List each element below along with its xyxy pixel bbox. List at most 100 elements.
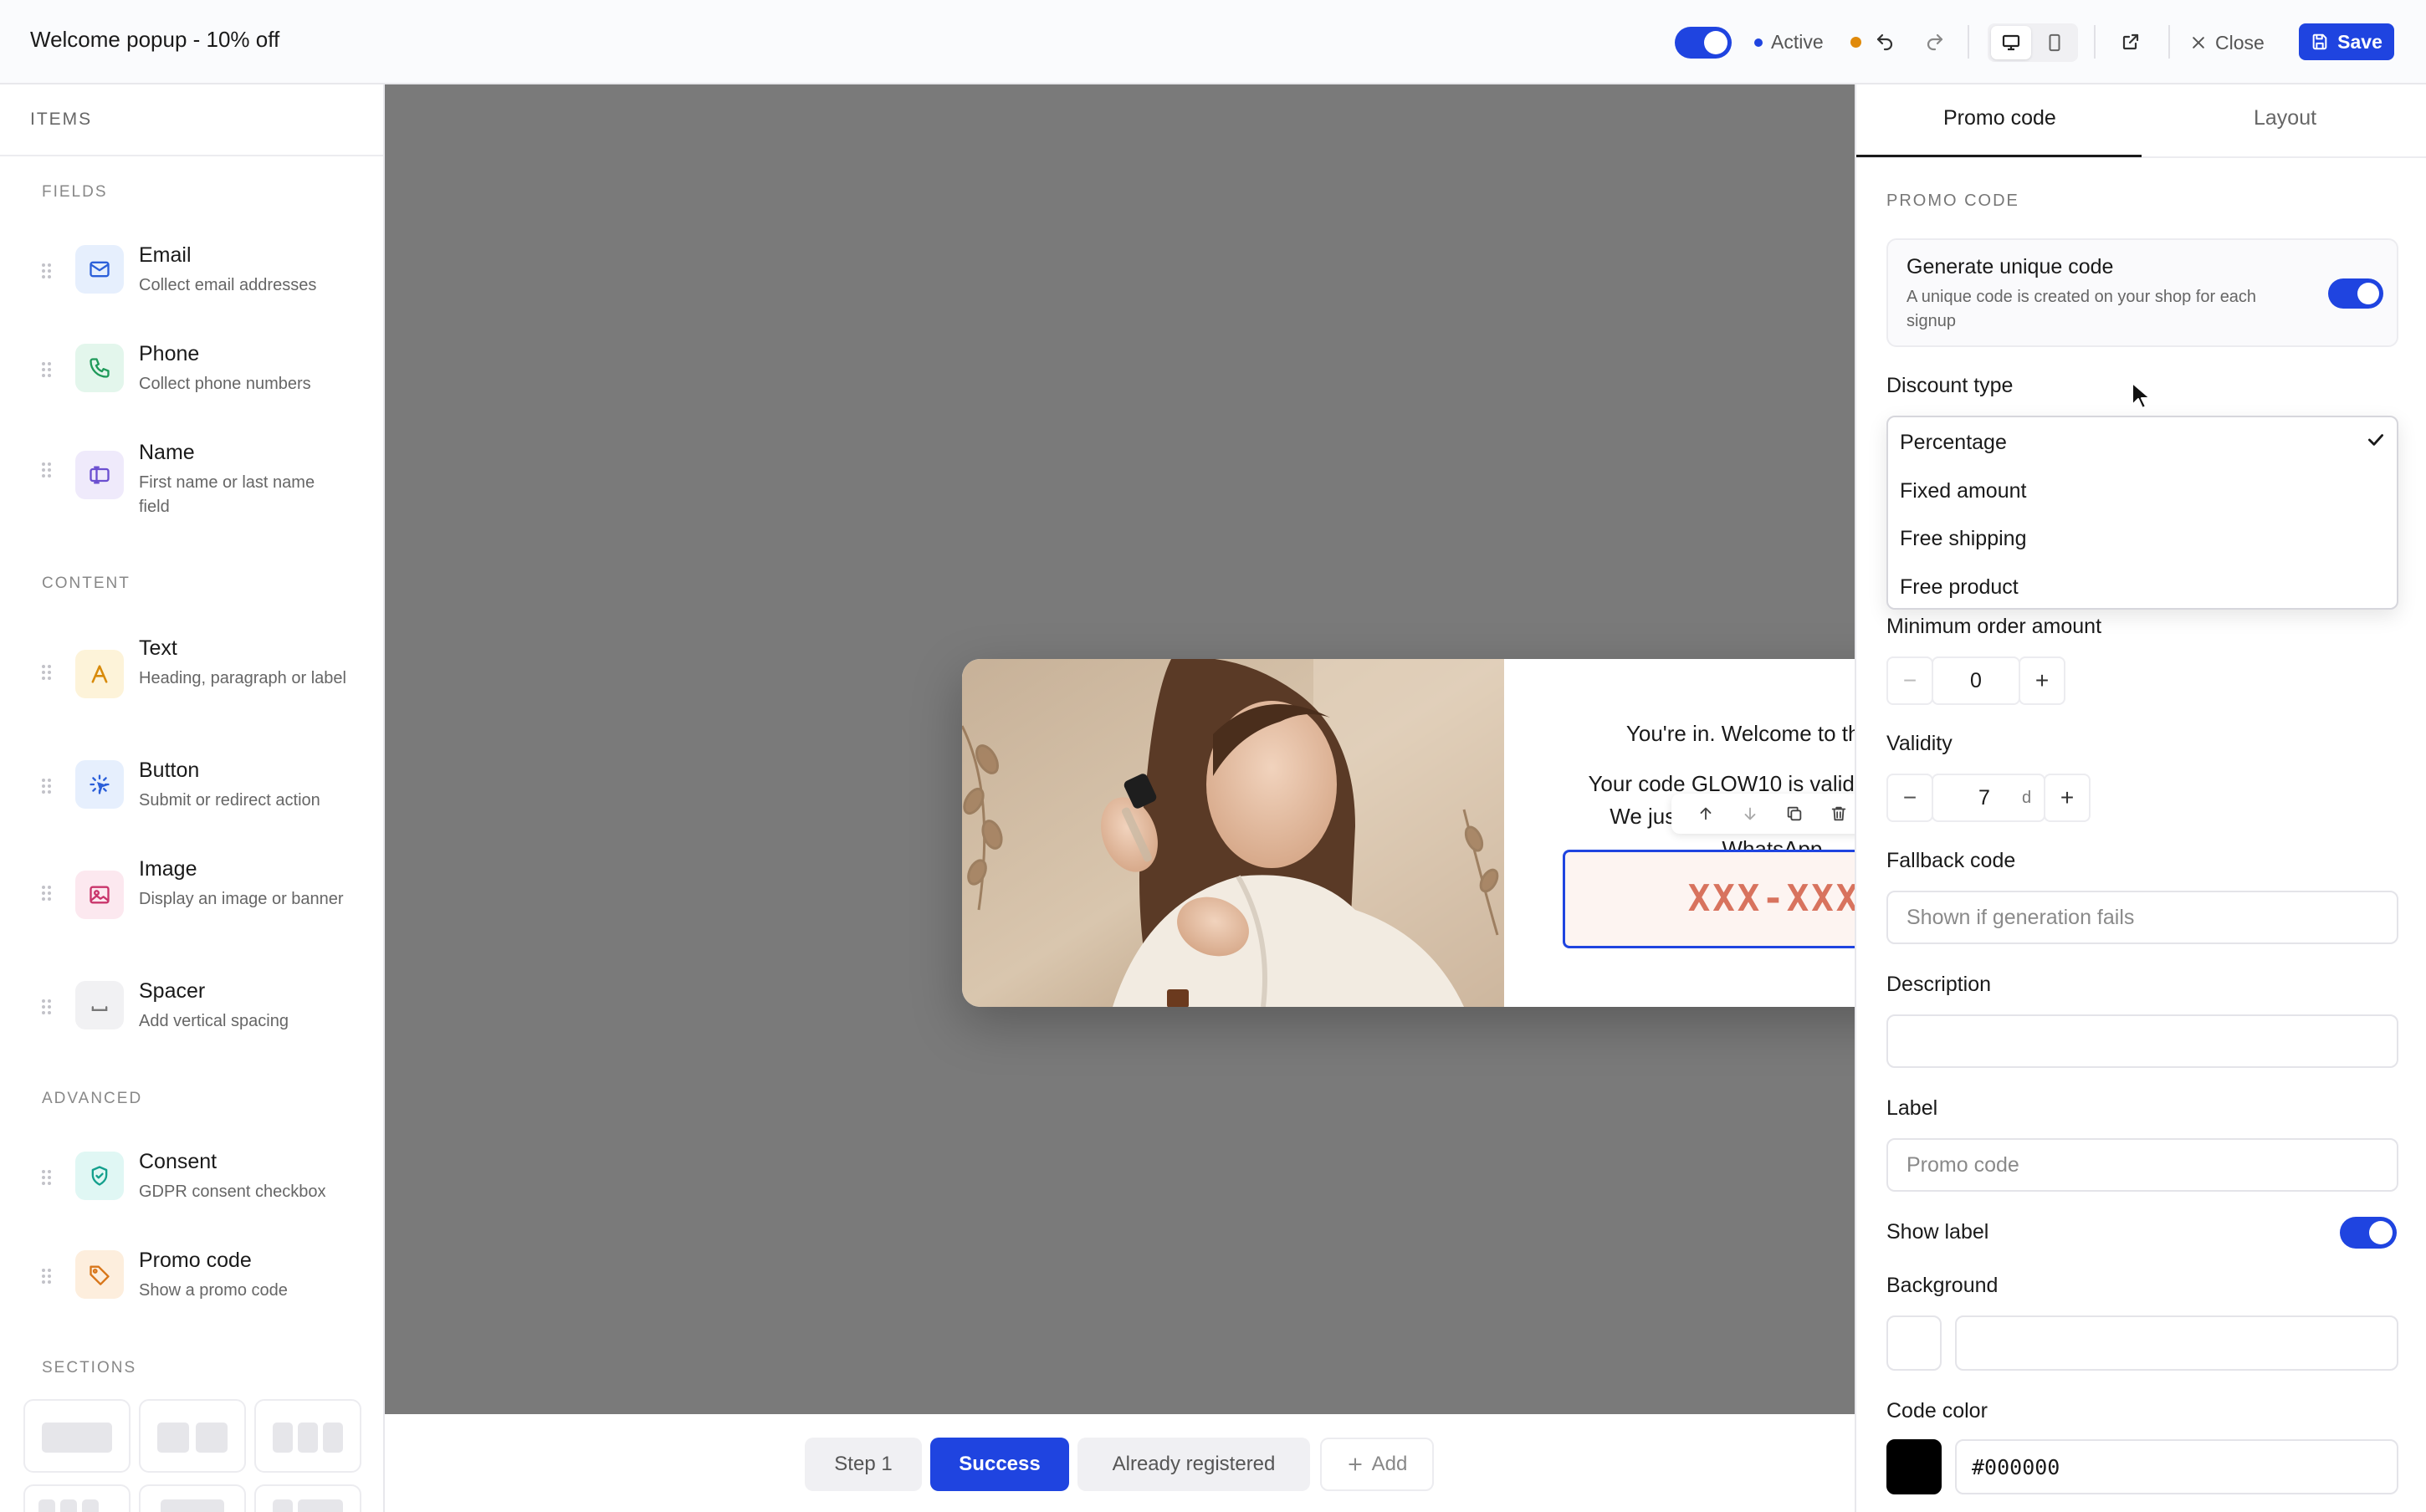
drag-handle-icon[interactable] bbox=[42, 1269, 52, 1285]
add-step-label: Add bbox=[1371, 1453, 1408, 1475]
item-text[interactable]: Text Heading, paragraph or label bbox=[33, 636, 368, 720]
phone-icon bbox=[75, 344, 124, 392]
item-name-field[interactable]: Name First name or last name field bbox=[33, 441, 368, 524]
check-icon bbox=[2368, 434, 2383, 446]
show-label-label: Show label bbox=[1886, 1220, 1989, 1244]
delete-icon[interactable] bbox=[1830, 805, 1848, 823]
section-layout-4col[interactable] bbox=[23, 1484, 131, 1512]
label-input[interactable] bbox=[1886, 1138, 2398, 1192]
item-desc: Heading, paragraph or label bbox=[139, 669, 346, 687]
preview-external-icon[interactable] bbox=[2114, 25, 2147, 59]
drag-handle-icon[interactable] bbox=[42, 779, 52, 795]
save-button[interactable]: Save bbox=[2299, 23, 2394, 60]
item-consent[interactable]: Consent GDPR consent checkbox bbox=[33, 1150, 368, 1234]
show-label-toggle[interactable] bbox=[2340, 1217, 2397, 1249]
minimum-order-stepper: − 0 + bbox=[1886, 656, 2065, 705]
code-color-swatch[interactable] bbox=[1886, 1439, 1942, 1494]
mobile-icon bbox=[2049, 33, 2060, 52]
description-input[interactable] bbox=[1886, 1014, 2398, 1068]
item-promo-code[interactable]: Promo code Show a promo code bbox=[33, 1249, 368, 1332]
duplicate-icon[interactable] bbox=[1785, 805, 1804, 823]
fallback-code-label: Fallback code bbox=[1886, 849, 2016, 872]
generate-unique-code-toggle[interactable] bbox=[2328, 278, 2383, 309]
move-down-icon[interactable] bbox=[1741, 805, 1759, 823]
drag-handle-icon[interactable] bbox=[42, 1170, 52, 1187]
discount-type-dropdown[interactable]: Percentage Fixed amount Free shipping Fr… bbox=[1886, 416, 2398, 610]
background-color-swatch[interactable] bbox=[1886, 1315, 1942, 1371]
fields-section-label: FIELDS bbox=[42, 183, 108, 201]
tab-promo-code[interactable]: Promo code bbox=[1943, 106, 2056, 130]
popup-hero-image bbox=[962, 659, 1504, 1007]
content-section-label: CONTENT bbox=[42, 575, 131, 592]
item-phone[interactable]: Phone Collect phone numbers bbox=[33, 342, 368, 426]
fallback-code-input[interactable] bbox=[1886, 891, 2398, 944]
active-toggle[interactable] bbox=[1675, 27, 1732, 59]
item-desc: GDPR consent checkbox bbox=[139, 1183, 326, 1201]
undo-icon[interactable] bbox=[1868, 25, 1901, 59]
step-tab-step-1[interactable]: Step 1 bbox=[805, 1438, 922, 1491]
discount-option-fixed-amount[interactable]: Fixed amount bbox=[1900, 479, 2026, 503]
section-layout-1col[interactable] bbox=[23, 1399, 131, 1473]
decrement-button[interactable]: − bbox=[1886, 656, 1933, 705]
description-label: Description bbox=[1886, 973, 1992, 996]
discount-option-free-shipping[interactable]: Free shipping bbox=[1900, 527, 2026, 551]
mobile-view-button[interactable] bbox=[2034, 26, 2075, 59]
items-sidebar: ITEMS FIELDS Email Collect email address… bbox=[0, 84, 385, 1512]
drag-handle-icon[interactable] bbox=[42, 362, 52, 379]
section-layout-3col[interactable] bbox=[254, 1399, 361, 1473]
section-layout-split[interactable] bbox=[139, 1484, 246, 1512]
discount-option-percentage[interactable]: Percentage bbox=[1900, 431, 2007, 455]
step-tab-success[interactable]: Success bbox=[930, 1438, 1069, 1491]
move-up-icon[interactable] bbox=[1697, 805, 1715, 823]
item-desc: Collect phone numbers bbox=[139, 375, 311, 393]
step-tab-already-registered[interactable]: Already registered bbox=[1077, 1438, 1310, 1491]
item-desc: Collect email addresses bbox=[139, 276, 317, 294]
generate-description: A unique code is created on your shop fo… bbox=[1907, 288, 2257, 330]
plus-icon bbox=[1348, 1458, 1362, 1471]
sidebar-title: ITEMS bbox=[30, 110, 93, 129]
drag-handle-icon[interactable] bbox=[42, 263, 52, 280]
decrement-button[interactable]: − bbox=[1886, 774, 1933, 822]
item-name: Phone bbox=[139, 342, 200, 365]
step-bar: Step 1 Success Already registered Add bbox=[385, 1414, 1855, 1512]
code-color-input[interactable] bbox=[1955, 1439, 2398, 1494]
background-color-input[interactable] bbox=[1955, 1315, 2398, 1371]
increment-button[interactable]: + bbox=[2019, 656, 2065, 705]
section-layout-2col[interactable] bbox=[139, 1399, 246, 1473]
desktop-view-button[interactable] bbox=[1991, 26, 2031, 59]
item-spacer[interactable]: Spacer Add vertical spacing bbox=[33, 979, 368, 1063]
divider bbox=[1968, 25, 1969, 59]
drag-handle-icon[interactable] bbox=[42, 665, 52, 682]
validity-unit: d bbox=[2022, 788, 2032, 807]
editor-canvas: × You're in. Welcome to the club. Your c… bbox=[385, 84, 2046, 1414]
item-button[interactable]: Button Submit or redirect action bbox=[33, 759, 368, 842]
label-field-label: Label bbox=[1886, 1096, 1938, 1120]
item-image[interactable]: Image Display an image or banner bbox=[33, 857, 368, 941]
close-button[interactable]: Close bbox=[2190, 23, 2265, 62]
generate-title: Generate unique code bbox=[1907, 255, 2114, 278]
active-tab-indicator bbox=[1856, 155, 2142, 157]
divider bbox=[2094, 25, 2096, 59]
desktop-icon bbox=[2002, 34, 2020, 51]
add-step-button[interactable]: Add bbox=[1320, 1438, 1434, 1491]
save-icon bbox=[2312, 33, 2327, 50]
drag-handle-icon[interactable] bbox=[42, 462, 52, 479]
item-name: Email bbox=[139, 243, 192, 267]
text-a-icon bbox=[75, 650, 124, 698]
spacer-icon bbox=[75, 981, 124, 1029]
item-name: Text bbox=[139, 636, 177, 660]
drag-handle-icon[interactable] bbox=[42, 999, 52, 1016]
item-email[interactable]: Email Collect email addresses bbox=[33, 243, 368, 327]
validity-value: 7 bbox=[1978, 785, 1990, 810]
validity-field[interactable]: 7 d bbox=[1932, 774, 2045, 822]
save-label: Save bbox=[2337, 30, 2382, 53]
advanced-section-label: ADVANCED bbox=[42, 1090, 143, 1107]
minimum-order-value[interactable]: 0 bbox=[1932, 656, 2020, 705]
discount-option-free-product[interactable]: Free product bbox=[1900, 575, 2019, 600]
tab-layout[interactable]: Layout bbox=[2254, 106, 2316, 130]
increment-button[interactable]: + bbox=[2044, 774, 2091, 822]
drag-handle-icon[interactable] bbox=[42, 886, 52, 902]
redo-icon[interactable] bbox=[1918, 25, 1952, 59]
item-name: Image bbox=[139, 857, 197, 881]
section-layout-asym[interactable] bbox=[254, 1484, 361, 1512]
